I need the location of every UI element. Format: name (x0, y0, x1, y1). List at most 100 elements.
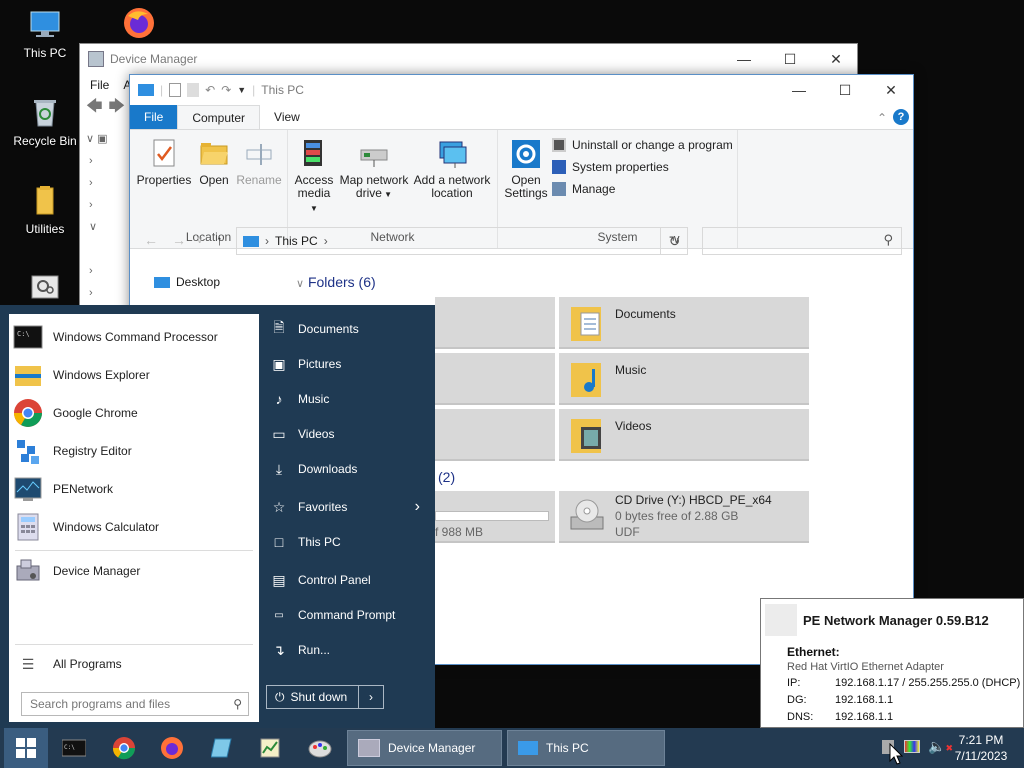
breadcrumb-this-pc[interactable]: This PC (275, 234, 318, 248)
forward-icon[interactable]: 🡆 (109, 95, 126, 122)
start-place-documents[interactable]: 🗎 Documents (270, 314, 430, 344)
start-place-this-pc[interactable]: □ This PC (270, 527, 430, 557)
back-icon[interactable]: 🡄 (86, 95, 103, 122)
video-icon: ▭ (272, 425, 286, 442)
taskbar-cmd[interactable]: C:\ (54, 732, 94, 764)
new-folder-quick-icon[interactable] (187, 83, 200, 97)
drives-group-header[interactable]: (2) (438, 469, 455, 485)
address-bar[interactable]: › This PC › ∨ (236, 227, 688, 255)
help-icon[interactable]: ? (893, 109, 909, 125)
taskbar-app-6[interactable] (300, 732, 340, 764)
minimize-button[interactable]: — (776, 75, 822, 105)
submenu-chevron-icon: › (414, 498, 420, 515)
forward-arrow-icon[interactable]: → (172, 232, 186, 248)
tab-view[interactable]: View (260, 105, 314, 129)
breadcrumb-chevron-icon[interactable]: › (324, 234, 328, 248)
start-item-regedit[interactable]: Registry Editor (9, 432, 259, 470)
breadcrumb-chevron-icon[interactable]: › (265, 234, 269, 248)
properties-quick-icon[interactable] (169, 83, 182, 97)
folder-tile-partial[interactable] (435, 297, 555, 349)
network-manager-popup[interactable]: PE Network Manager 0.59.B12 Ethernet: Re… (760, 598, 1024, 728)
folders-group-header[interactable]: ∨ Folders (6) (296, 274, 376, 290)
maximize-button[interactable]: ☐ (767, 44, 813, 74)
drive-tile-partial[interactable]: f 988 MB (435, 491, 555, 543)
folder-tile[interactable]: Videos (559, 409, 809, 461)
shutdown-button[interactable]: ⏻ Shut down (267, 686, 359, 708)
add-network-location-button[interactable]: Add a network location (412, 134, 492, 200)
folder-tile[interactable]: Documents (559, 297, 809, 349)
maximize-button[interactable]: ☐ (822, 75, 868, 105)
start-search-input[interactable]: Search programs and files ⚲ (21, 692, 249, 716)
open-settings-button[interactable]: Open Settings (504, 134, 548, 200)
folder-tile[interactable]: Music (559, 353, 809, 405)
taskbar-task-device-manager[interactable]: Device Manager (347, 730, 502, 766)
start-place-control-panel[interactable]: ▤ Control Panel (270, 565, 430, 595)
start-item-calculator[interactable]: Windows Calculator (9, 508, 259, 546)
desktop-icon-firefox[interactable] (101, 6, 177, 44)
tray-display-icon[interactable] (904, 740, 920, 753)
close-button[interactable]: ✕ (868, 75, 914, 105)
taskbar-chrome[interactable] (104, 732, 144, 764)
tab-computer[interactable]: Computer (177, 105, 261, 129)
start-place-favorites[interactable]: ☆ Favorites › (270, 492, 430, 522)
tree-expand-icon[interactable]: ∨ ▣ (86, 128, 126, 150)
taskbar-firefox[interactable] (152, 732, 192, 764)
tree-expand-icon[interactable]: › (86, 150, 126, 172)
tree-expand-icon[interactable]: › (86, 282, 126, 304)
start-place-downloads[interactable]: ⤓ Downloads (270, 454, 430, 484)
rename-button[interactable]: Rename (234, 134, 284, 187)
tab-file[interactable]: File (130, 105, 178, 129)
start-place-videos[interactable]: ▭ Videos (270, 419, 430, 449)
taskbar-clock[interactable]: 7:21 PM 7/11/2023 (948, 732, 1014, 764)
desktop-icon-utilities[interactable]: Utilities (7, 184, 83, 236)
manage-button[interactable]: Manage (552, 182, 615, 196)
minimize-button[interactable]: — (721, 44, 767, 74)
menu-file[interactable]: File (90, 78, 109, 92)
back-arrow-icon[interactable]: ← (144, 232, 158, 248)
all-programs-button[interactable]: ☰ All Programs (9, 645, 259, 683)
open-button[interactable]: Open (196, 134, 232, 187)
folder-tile-partial[interactable] (435, 409, 555, 461)
tree-expand-icon[interactable] (86, 238, 126, 260)
folder-tile-partial[interactable] (435, 353, 555, 405)
close-button[interactable]: ✕ (813, 44, 859, 74)
start-place-music[interactable]: ♪ Music (270, 384, 430, 414)
tree-expand-icon[interactable]: › (86, 194, 126, 216)
recycle-bin-icon (28, 96, 62, 130)
taskbar-task-this-pc[interactable]: This PC (507, 730, 665, 766)
uninstall-program-button[interactable]: Uninstall or change a program (552, 138, 733, 152)
redo-icon[interactable]: ↷ (221, 83, 231, 97)
undo-icon[interactable]: ↶ (205, 83, 215, 97)
up-arrow-icon[interactable]: ↑ (216, 232, 223, 248)
start-item-cmd[interactable]: C:\ Windows Command Processor (9, 318, 259, 356)
start-item-explorer[interactable]: Windows Explorer (9, 356, 259, 394)
start-item-chrome[interactable]: Google Chrome (9, 394, 259, 432)
refresh-button[interactable]: ↻ (660, 227, 688, 255)
start-button[interactable] (4, 728, 48, 768)
start-item-penetwork[interactable]: PENetwork (9, 470, 259, 508)
desktop-icon-this-pc[interactable]: This PC (7, 8, 83, 60)
start-place-command-prompt[interactable]: ▭ Command Prompt (270, 600, 430, 630)
map-network-drive-button[interactable]: Map network drive ▼ (338, 134, 410, 201)
start-item-device-manager[interactable]: Device Manager (9, 552, 259, 590)
tree-expand-icon[interactable]: › (86, 172, 126, 194)
collapse-ribbon-icon[interactable]: ⌃ (877, 111, 887, 125)
start-place-run[interactable]: ↴ Run... (270, 635, 430, 665)
nav-item-desktop[interactable]: Desktop (154, 275, 220, 289)
tree-expand-icon[interactable]: › (86, 260, 126, 282)
properties-button[interactable]: Properties (136, 134, 192, 187)
search-input[interactable]: ⚲ (702, 227, 902, 255)
drive-tile[interactable]: CD Drive (Y:) HBCD_PE_x64 0 bytes free o… (559, 491, 809, 543)
taskbar-app-5[interactable] (250, 732, 290, 764)
system-properties-button[interactable]: System properties (552, 160, 669, 174)
start-menu[interactable]: C:\ Windows Command Processor Windows Ex… (0, 305, 435, 728)
desktop-icon-recycle-bin[interactable]: Recycle Bin (7, 96, 83, 148)
taskbar-app-4[interactable] (202, 732, 242, 764)
shutdown-options-button[interactable]: › (359, 686, 383, 708)
recent-locations-icon[interactable]: ∨ (196, 235, 203, 246)
device-tree[interactable]: ∨ ▣ › › › ∨ › › (86, 128, 126, 328)
quick-access-dropdown-icon[interactable]: ▼ (237, 85, 246, 95)
access-media-button[interactable]: Access media ▼ (294, 134, 334, 215)
start-place-pictures[interactable]: ▣ Pictures (270, 349, 430, 379)
tree-expand-icon[interactable]: ∨ (86, 216, 126, 238)
